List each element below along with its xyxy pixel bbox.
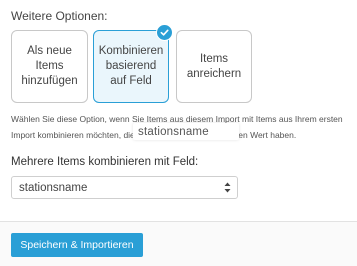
merge-field-label: Mehrere Items kombinieren mit Feld: — [11, 156, 199, 168]
option-card-label: Kombinieren basierend auf Feld — [98, 45, 164, 87]
merge-field-select[interactable]: stationsname — [11, 176, 238, 199]
select-arrows-icon — [224, 182, 231, 193]
field-value-tooltip: stationsname — [133, 123, 239, 140]
option-card-add-new-items[interactable]: Als neue Items hinzufügen — [11, 30, 88, 103]
option-card-combine-by-field[interactable]: Kombinieren basierend auf Feld — [93, 24, 173, 103]
option-card-enrich-items[interactable]: Items anreichern — [176, 30, 252, 103]
option-card-label: Items anreichern — [186, 52, 242, 80]
merge-field-selected-value: stationsname — [19, 181, 88, 194]
options-section-title: Weitere Optionen: — [11, 9, 108, 23]
option-card-label: Als neue Items hinzufügen — [21, 45, 78, 87]
checkmark-icon — [156, 24, 173, 41]
save-and-import-button[interactable]: Speichern & Importieren — [11, 233, 143, 257]
